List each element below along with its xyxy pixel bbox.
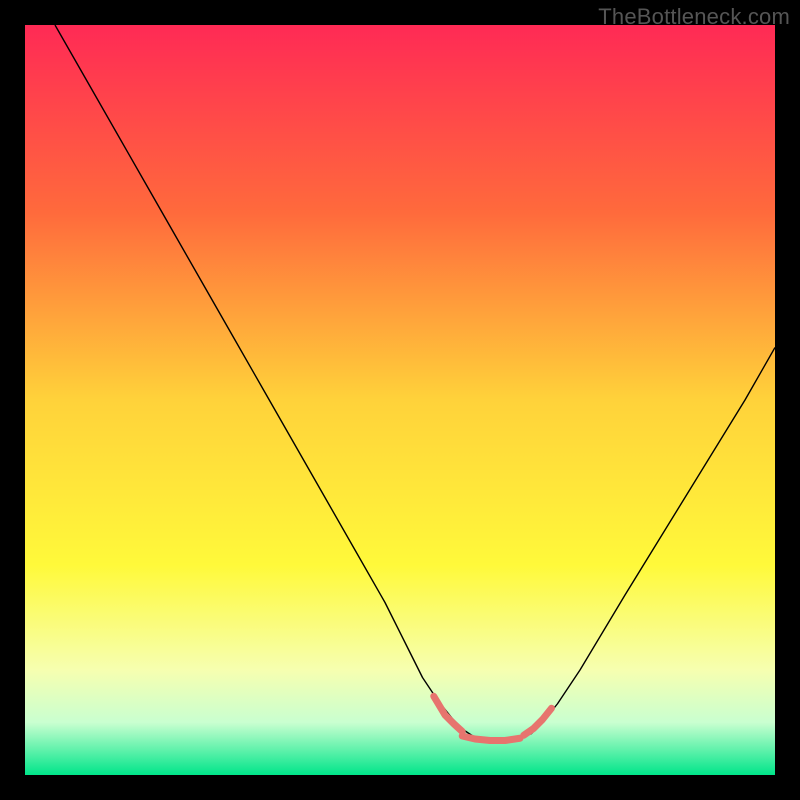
- plot-area: [25, 25, 775, 775]
- gradient-background: [25, 25, 775, 775]
- chart-stage: TheBottleneck.com: [0, 0, 800, 800]
- chart-svg: [25, 25, 775, 775]
